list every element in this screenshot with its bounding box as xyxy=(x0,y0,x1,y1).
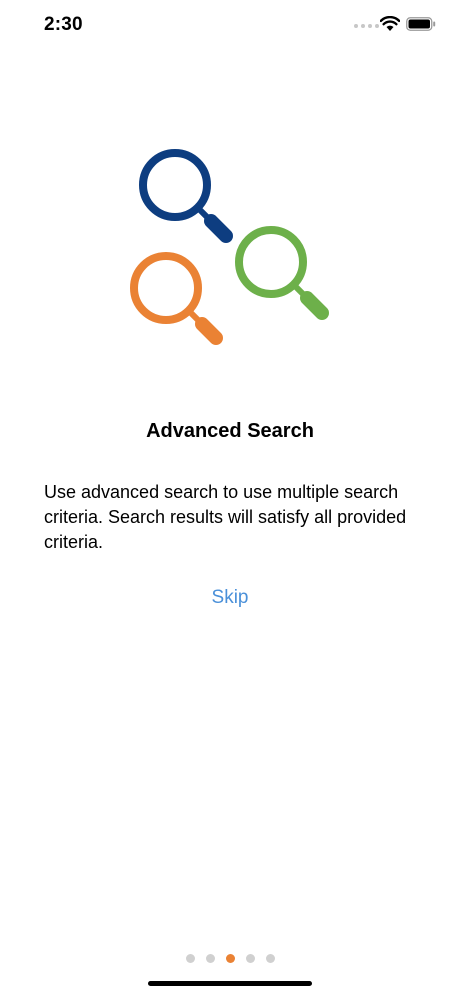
page-dot[interactable] xyxy=(205,954,215,963)
wifi-icon xyxy=(380,16,400,31)
page-dot[interactable] xyxy=(185,954,195,963)
page-dot[interactable] xyxy=(265,954,275,963)
description-text: Use advanced search to use multiple sear… xyxy=(44,482,407,552)
page-title: Advanced Search xyxy=(146,420,314,442)
status-time: 2:30 xyxy=(44,14,83,35)
magnifying-glasses-icon xyxy=(130,149,329,345)
page-dot[interactable] xyxy=(245,954,255,963)
status-bar: 2:30 xyxy=(0,0,460,50)
home-indicator[interactable] xyxy=(148,981,312,986)
page-indicator[interactable] xyxy=(0,954,460,963)
cellular-signal-icon xyxy=(354,24,379,28)
battery-icon xyxy=(406,17,436,31)
skip-button[interactable]: Skip xyxy=(0,587,460,609)
page-dot[interactable] xyxy=(225,954,235,963)
